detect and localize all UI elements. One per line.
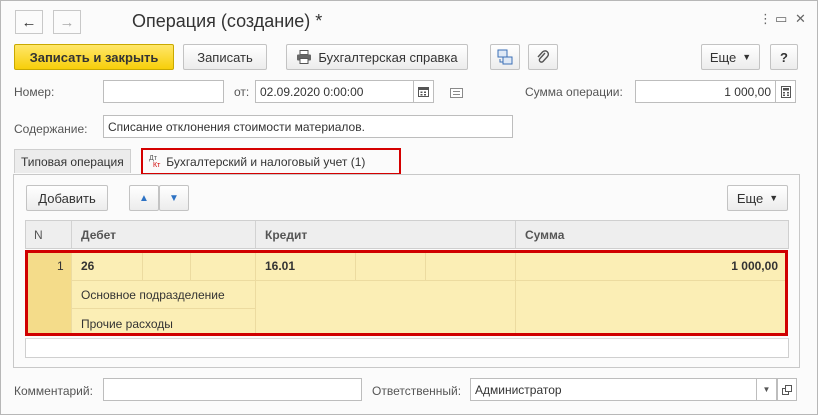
subconto-divider [190,252,191,280]
help-icon: ? [780,49,788,65]
number-input[interactable] [103,80,224,103]
arrow-up-icon: ▲ [139,192,149,204]
caret-down-icon: ▼ [762,385,771,394]
subconto-divider [355,252,356,280]
sum-input[interactable]: 1 000,00 [635,80,776,103]
arrow-down-icon: ▼ [169,192,179,204]
responsible-input[interactable]: Администратор [470,378,757,401]
tab-typical-operation-label: Типовая операция [21,154,124,169]
open-link-icon [782,384,792,395]
tab-typical-operation[interactable]: Типовая операция [14,149,131,173]
save-and-close-label: Записать и закрыть [29,49,159,65]
cell-divider [255,252,256,335]
content-label: Содержание: [14,122,88,136]
debit-subconto-1-cell[interactable]: Основное подразделение [81,288,225,302]
calculator-button[interactable] [776,80,796,103]
calculator-icon [780,85,791,98]
column-divider [255,221,256,248]
accounting-report-label: Бухгалтерская справка [318,49,458,65]
window-title: Операция (создание) * [132,11,323,31]
credit-account-cell[interactable]: 16.01 [265,259,295,273]
save-button[interactable]: Записать [183,44,267,70]
number-label: Номер: [14,85,55,99]
calendar-button[interactable] [414,80,434,103]
document-window: ← → Операция (создание) * ⋮ ▭ ✕ Записать… [0,0,818,415]
cell-divider [71,252,72,335]
history-icon[interactable] [450,87,463,101]
arrow-left-icon: ← [21,13,37,31]
row-number: 1 [57,259,64,273]
attach-file-button[interactable] [528,44,558,70]
back-button[interactable]: ← [15,10,43,34]
row-line-divider [71,280,786,281]
save-label: Записать [197,49,253,65]
debit-account-cell[interactable]: 26 [81,259,94,273]
table-empty-area [25,338,789,358]
accounting-report-button[interactable]: Бухгалтерская справка [286,44,468,70]
row-line-divider [71,308,255,309]
responsible-dropdown-button[interactable]: ▼ [757,378,777,401]
paperclip-icon [537,50,550,63]
move-up-button[interactable]: ▲ [129,185,159,211]
more-menu-icon[interactable]: ⋮ [759,11,772,27]
amount-cell[interactable]: 1 000,00 [601,259,778,273]
column-divider [515,221,516,248]
date-input[interactable]: 02.09.2020 0:00:00 [255,80,414,103]
responsible-label: Ответственный: [372,384,462,398]
more-actions-button[interactable]: Еще ▼ [701,44,760,70]
move-down-button[interactable]: ▼ [159,185,189,211]
structure-icon [497,49,513,65]
tab-accounting-tax[interactable]: Дт Кт Бухгалтерский и налоговый учет (1) [141,148,401,175]
restore-window-icon[interactable]: ▭ [775,11,787,27]
cell-divider [515,252,516,335]
close-window-icon[interactable]: ✕ [795,11,806,27]
table-more-label: Еще [736,190,764,206]
credit-icon-text: Кт [153,161,161,169]
forward-button[interactable]: → [53,10,81,34]
arrow-right-icon: → [59,13,75,31]
more-actions-label: Еще [709,49,737,65]
responsible-open-button[interactable] [777,378,797,401]
debit-icon-text: Дт [149,154,157,162]
printer-icon [297,50,312,64]
row-number-cell [27,252,71,335]
debit-subconto-2-cell[interactable]: Прочие расходы [81,317,173,331]
structure-button[interactable] [490,44,520,70]
debit-credit-icon: Дт Кт [149,155,160,169]
add-row-label: Добавить [38,190,96,206]
tab-accounting-tax-label: Бухгалтерский и налоговый учет (1) [166,154,366,169]
column-header-n[interactable]: N [34,228,43,242]
column-divider [71,221,72,248]
table-header: N Дебет Кредит Сумма [25,220,789,249]
comment-label: Комментарий: [14,384,93,398]
sum-label: Сумма операции: [525,85,623,99]
column-header-amount[interactable]: Сумма [525,228,564,242]
save-and-close-button[interactable]: Записать и закрыть [14,44,174,70]
subconto-divider [425,252,426,280]
add-row-button[interactable]: Добавить [26,185,108,211]
column-header-credit[interactable]: Кредит [265,228,307,242]
date-label: от: [234,85,250,99]
comment-input[interactable] [103,378,362,401]
caret-down-icon: ▼ [742,52,752,62]
calendar-icon [418,87,429,97]
caret-down-icon: ▼ [769,193,779,203]
content-input[interactable]: Списание отклонения стоимости материалов… [103,115,513,138]
column-header-debit[interactable]: Дебет [81,228,116,242]
table-more-button[interactable]: Еще ▼ [727,185,788,211]
help-button[interactable]: ? [770,44,798,70]
subconto-divider [142,252,143,280]
